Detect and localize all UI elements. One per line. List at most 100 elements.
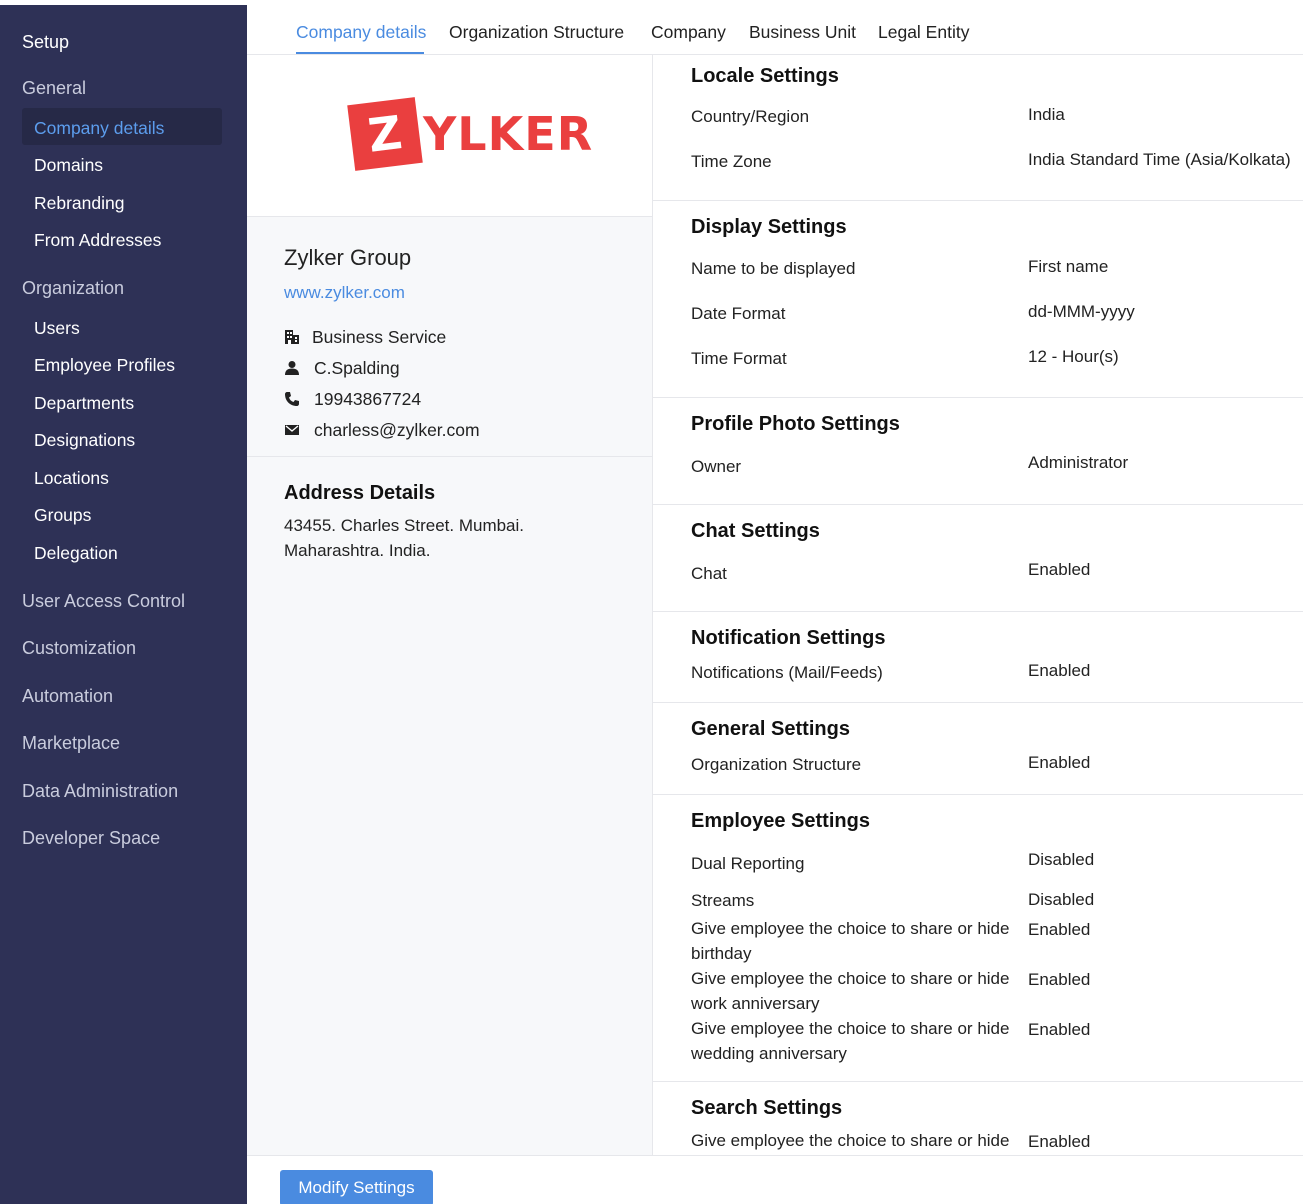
search-settings-title: Search Settings: [691, 1097, 843, 1119]
general-settings-section: General Settings Organization Structure …: [653, 703, 1303, 795]
company-logo-area[interactable]: Z YLKER: [247, 55, 652, 217]
phone-icon: [285, 392, 299, 406]
employee-wedding-anniversary-value: Enabled: [1028, 1020, 1091, 1039]
sidebar-group-developer-space[interactable]: Developer Space: [22, 828, 160, 849]
locale-country-value: India: [1028, 105, 1065, 124]
company-phone: 19943867724: [314, 389, 422, 409]
company-owner: C.Spalding: [314, 358, 400, 378]
address-text: 43455. Charles Street. Mumbai. Maharasht…: [284, 513, 614, 563]
display-settings-title: Display Settings: [691, 216, 847, 238]
notification-settings-title: Notification Settings: [691, 627, 886, 649]
company-name: Zylker Group: [284, 245, 412, 270]
sidebar-item-company-details[interactable]: Company details: [34, 118, 164, 139]
locale-timezone-value: India Standard Time (Asia/Kolkata): [1028, 150, 1291, 169]
display-name-value: First name: [1028, 257, 1109, 276]
sidebar-group-customization[interactable]: Customization: [22, 638, 136, 659]
display-time-format-label: Time Format: [691, 349, 787, 368]
employee-work-anniversary-label: Give employee the choice to share or hid…: [691, 969, 1010, 1013]
employee-birthday-label: Give employee the choice to share or hid…: [691, 919, 1010, 963]
sidebar-group-marketplace[interactable]: Marketplace: [22, 733, 120, 754]
tab-company[interactable]: Company: [651, 22, 726, 43]
sidebar-item-departments[interactable]: Departments: [34, 393, 134, 414]
sidebar-group-user-access-control[interactable]: User Access Control: [22, 591, 185, 612]
sidebar: Setup General Company details Domains Re…: [0, 5, 247, 1204]
employee-wedding-anniversary-label: Give employee the choice to share or hid…: [691, 1019, 1010, 1063]
employee-streams-value: Disabled: [1028, 890, 1095, 909]
sidebar-group-automation[interactable]: Automation: [22, 686, 113, 707]
footer-bar: Modify Settings: [247, 1155, 1303, 1204]
company-logo-text: YLKER: [423, 107, 594, 161]
company-website-link[interactable]: www.zylker.com: [284, 283, 405, 303]
tab-business-unit[interactable]: Business Unit: [749, 22, 856, 43]
company-summary-panel: Z YLKER Zylker Group www.zylker.com Busi…: [247, 55, 652, 1155]
company-email-row: charless@zylker.com: [284, 420, 480, 441]
chat-label: Chat: [691, 564, 727, 583]
display-name-label: Name to be displayed: [691, 259, 856, 278]
locale-settings-title: Locale Settings: [691, 65, 839, 87]
display-date-format-value: dd-MMM-yyyy: [1028, 302, 1135, 321]
left-divider: [247, 456, 652, 457]
search-share-value: Enabled: [1028, 1132, 1091, 1151]
notification-label: Notifications (Mail/Feeds): [691, 663, 883, 682]
chat-value: Enabled: [1028, 560, 1091, 579]
display-date-format-label: Date Format: [691, 304, 786, 323]
company-phone-row: 19943867724: [284, 389, 421, 410]
user-icon: [285, 361, 299, 375]
company-owner-row: C.Spalding: [284, 358, 400, 379]
profile-photo-settings-title: Profile Photo Settings: [691, 413, 900, 435]
sidebar-group-organization[interactable]: Organization: [22, 278, 124, 299]
employee-settings-section: Employee Settings Dual Reporting Disable…: [653, 795, 1303, 1082]
sidebar-item-rebranding[interactable]: Rebranding: [34, 193, 124, 214]
company-email: charless@zylker.com: [314, 420, 480, 440]
sidebar-item-groups[interactable]: Groups: [34, 505, 91, 526]
profile-photo-owner-label: Owner: [691, 457, 742, 476]
active-tab-underline: [296, 52, 424, 54]
sidebar-item-delegation[interactable]: Delegation: [34, 543, 118, 564]
notification-settings-section: Notification Settings Notifications (Mai…: [653, 612, 1303, 703]
search-settings-section: Search Settings Give employee the choice…: [653, 1082, 1303, 1155]
building-icon: [285, 330, 299, 344]
general-settings-title: General Settings: [691, 718, 850, 740]
tab-company-details[interactable]: Company details: [296, 22, 426, 43]
tab-organization-structure[interactable]: Organization Structure: [449, 22, 624, 43]
sidebar-group-data-administration[interactable]: Data Administration: [22, 781, 178, 802]
sidebar-item-employee-profiles[interactable]: Employee Profiles: [34, 355, 175, 376]
company-logo-mark: Z: [347, 97, 423, 171]
locale-settings-section: Locale Settings Country/Region India Tim…: [653, 55, 1303, 201]
employee-birthday-value: Enabled: [1028, 920, 1091, 939]
profile-photo-owner-value: Administrator: [1028, 453, 1129, 472]
company-industry: Business Service: [312, 327, 447, 347]
sidebar-item-designations[interactable]: Designations: [34, 430, 135, 451]
tab-bar: Company details Organization Structure C…: [247, 5, 1303, 55]
display-time-format-value: 12 - Hour(s): [1028, 347, 1119, 366]
chat-settings-section: Chat Settings Chat Enabled: [653, 505, 1303, 612]
address-line-1: 43455. Charles Street. Mumbai.: [284, 516, 525, 535]
address-details-title: Address Details: [284, 482, 436, 504]
tab-legal-entity[interactable]: Legal Entity: [878, 22, 969, 43]
search-share-label: Give employee the choice to share or hid…: [691, 1131, 1010, 1150]
address-line-2: Maharashtra. India.: [284, 541, 431, 560]
sidebar-item-from-addresses[interactable]: From Addresses: [34, 230, 161, 251]
settings-panel: Locale Settings Country/Region India Tim…: [652, 55, 1303, 1155]
modify-settings-button[interactable]: Modify Settings: [280, 1170, 433, 1204]
notification-value: Enabled: [1028, 661, 1091, 680]
mail-icon: [285, 425, 299, 435]
employee-streams-label: Streams: [691, 891, 755, 910]
sidebar-item-domains[interactable]: Domains: [34, 155, 103, 176]
locale-timezone-label: Time Zone: [691, 152, 772, 171]
general-org-structure-label: Organization Structure: [691, 755, 862, 774]
sidebar-setup-title: Setup: [22, 32, 70, 52]
display-settings-section: Display Settings Name to be displayed Fi…: [653, 201, 1303, 398]
company-industry-row: Business Service: [284, 327, 446, 348]
profile-photo-settings-section: Profile Photo Settings Owner Administrat…: [653, 398, 1303, 505]
sidebar-group-general[interactable]: General: [22, 78, 86, 99]
employee-settings-title: Employee Settings: [691, 810, 870, 832]
sidebar-item-users[interactable]: Users: [34, 318, 80, 339]
employee-dual-reporting-value: Disabled: [1028, 850, 1095, 869]
locale-country-label: Country/Region: [691, 107, 810, 126]
sidebar-item-locations[interactable]: Locations: [34, 468, 109, 489]
employee-dual-reporting-label: Dual Reporting: [691, 854, 805, 873]
chat-settings-title: Chat Settings: [691, 520, 820, 542]
general-org-structure-value: Enabled: [1028, 753, 1091, 772]
employee-work-anniversary-value: Enabled: [1028, 970, 1091, 989]
